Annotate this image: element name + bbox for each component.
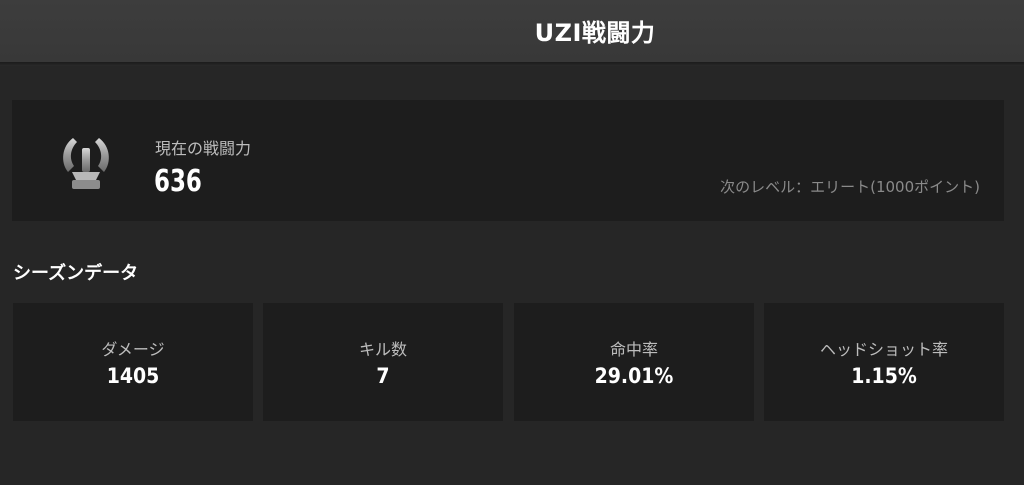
stat-card-accuracy: 命中率 29.01%: [514, 303, 754, 421]
stat-value: 7: [376, 364, 390, 388]
stat-value: 29.01%: [594, 364, 674, 388]
stat-card-kills: キル数 7: [263, 303, 503, 421]
stat-value: 1405: [106, 364, 160, 388]
stat-value: 1.15%: [851, 364, 917, 388]
stat-card-damage: ダメージ 1405: [13, 303, 253, 421]
weapon-power-screen: UZI戦闘力 現在の戦闘力 636 次のレベル：エリート(1000ポイント) シ…: [0, 0, 1024, 485]
header-bar: UZI戦闘力: [0, 0, 1024, 62]
stat-card-headshot-rate: ヘッドショット率 1.15%: [764, 303, 1004, 421]
season-data-heading: シーズンデータ: [13, 263, 139, 284]
page-title: UZI戦闘力: [534, 19, 656, 47]
stat-label: キル数: [358, 340, 407, 359]
stat-label: ヘッドショット率: [819, 340, 948, 359]
next-level-info: 次のレベル：エリート(1000ポイント): [720, 178, 980, 196]
current-power-card: 現在の戦闘力 636 次のレベル：エリート(1000ポイント): [12, 100, 1004, 221]
header-divider: [0, 62, 1024, 66]
current-power-label: 現在の戦闘力: [155, 139, 252, 158]
stat-label: ダメージ: [101, 340, 165, 359]
current-power-value: 636: [154, 164, 202, 199]
stat-label: 命中率: [609, 340, 658, 359]
rank-emblem-icon: [63, 138, 109, 189]
